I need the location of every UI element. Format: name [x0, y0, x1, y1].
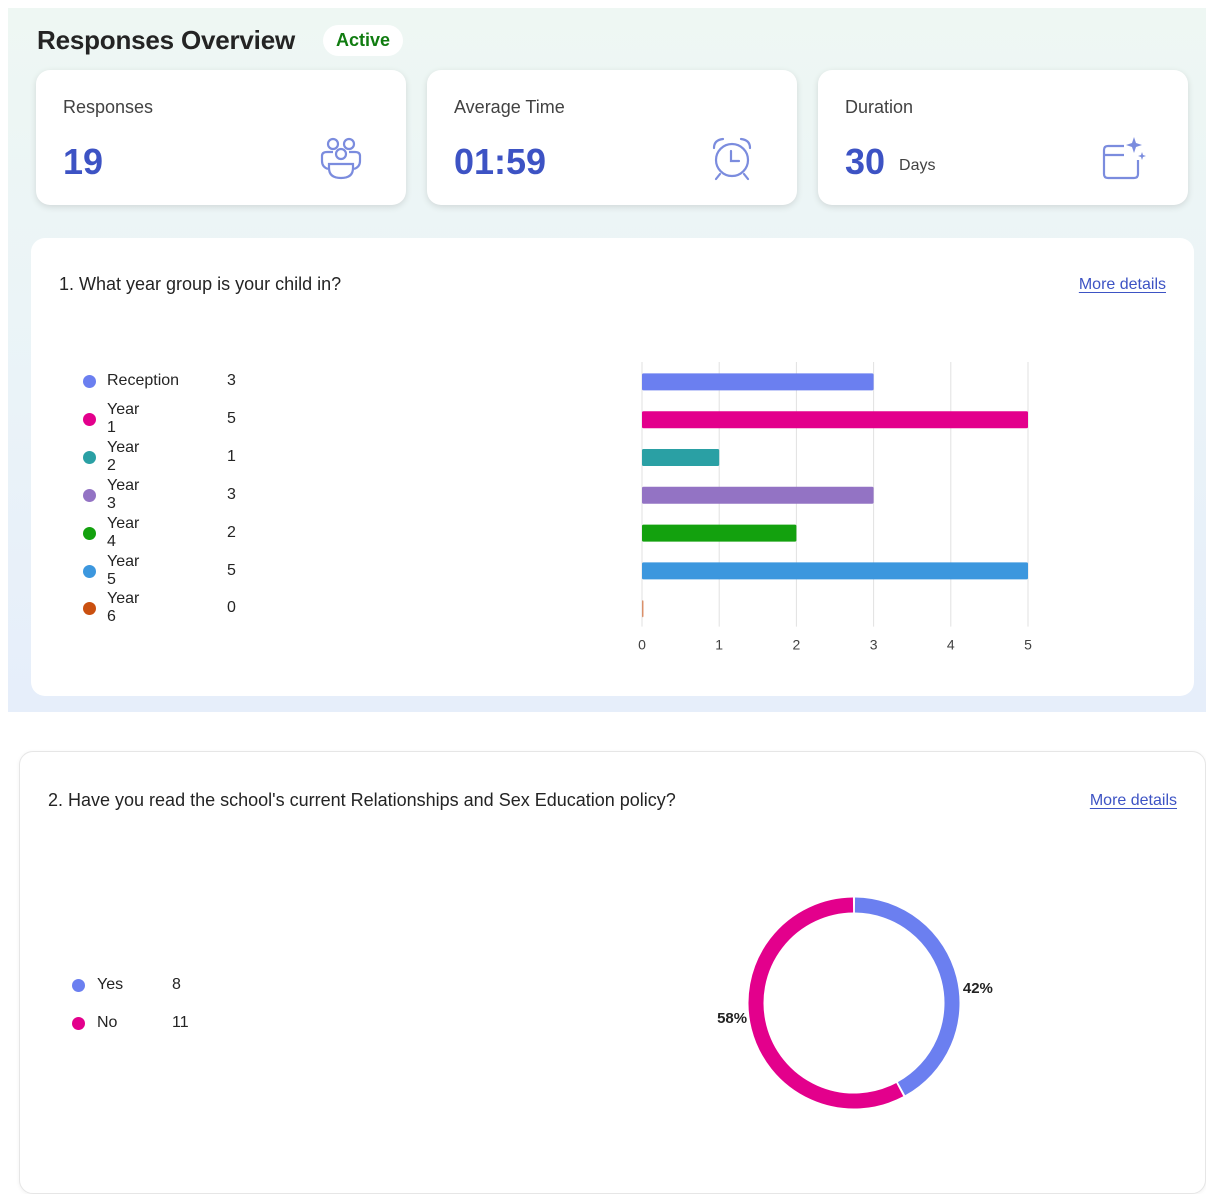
legend-label: Year 2: [107, 439, 140, 474]
x-tick-label: 5: [1024, 637, 1032, 653]
legend-item: Year 5 5: [83, 553, 236, 588]
stat-unit: Days: [899, 157, 936, 174]
stat-value: 19: [63, 142, 103, 182]
legend-label: Yes: [97, 976, 124, 993]
responses-card: Responses 19: [36, 70, 406, 205]
stat-number: 19: [63, 141, 104, 182]
x-tick-label: 0: [638, 637, 646, 653]
bar[interactable]: [642, 524, 797, 542]
legend-dot: [72, 978, 85, 992]
status-badge: Active: [322, 24, 404, 56]
legend-count: 0: [227, 599, 236, 616]
x-tick-label: 4: [947, 637, 955, 653]
calendar-sparkle-icon: [1102, 137, 1146, 180]
legend-count: 5: [227, 410, 236, 427]
legend-count: 11: [172, 1014, 189, 1031]
bar[interactable]: [642, 449, 720, 466]
legend-label: No: [97, 1014, 118, 1031]
donut-chart: 42% 58%: [717, 897, 993, 1109]
legend-dot: [72, 1016, 85, 1030]
more-details-link[interactable]: More details: [1090, 792, 1177, 810]
legend-dot: [83, 526, 96, 540]
legend-label: Year 4: [107, 515, 140, 550]
average-time-card: Average Time 01:59: [427, 70, 797, 205]
legend-count: 5: [227, 562, 236, 579]
legend-count: 8: [172, 976, 181, 993]
x-tick-label: 2: [793, 637, 801, 653]
stat-value: 01:59: [454, 142, 546, 182]
legend-dot: [83, 374, 96, 388]
slice-label: 42%: [963, 980, 993, 997]
legend-item: Year 2 1: [83, 439, 236, 474]
legend-count: 2: [227, 524, 236, 541]
bar-chart: 0 1 2 3 4 5: [638, 362, 1032, 653]
stat-label: Responses: [63, 97, 154, 117]
legend-dot: [83, 488, 96, 502]
bar[interactable]: [642, 486, 874, 504]
legend-label: Year 6: [107, 590, 140, 625]
legend-item: Year 3 3: [83, 477, 236, 512]
stat-value: 30 Days: [845, 142, 936, 186]
bar[interactable]: [642, 562, 1028, 580]
legend-item: Year 6 0: [83, 590, 236, 625]
question-card-1: 1. What year group is your child in? Mor…: [31, 238, 1194, 696]
stat-label: Duration: [845, 97, 914, 117]
stat-number: 30: [845, 141, 886, 182]
legend-item: Year 1 5: [83, 401, 236, 436]
legend-item: Year 4 2: [83, 515, 236, 550]
legend-label: Year 5: [107, 553, 140, 588]
legend-dot: [83, 412, 96, 426]
legend-count: 3: [227, 372, 236, 389]
duration-card: Duration 30 Days: [818, 70, 1188, 205]
legend-dot: [83, 601, 96, 615]
stat-label: Average Time: [454, 97, 565, 117]
bar[interactable]: [642, 600, 644, 618]
more-details-link[interactable]: More details: [1079, 276, 1166, 294]
stat-number: 01:59: [454, 141, 547, 182]
slice-label: 58%: [717, 1010, 747, 1027]
legend-item: Reception 3: [83, 370, 236, 392]
group-icon: [320, 137, 362, 180]
overview-header: Responses Overview Active: [37, 18, 404, 62]
legend-count: 1: [227, 448, 236, 465]
x-tick-label: 3: [870, 637, 878, 653]
donut-slice[interactable]: [748, 897, 904, 1109]
page-title: Responses Overview: [37, 24, 295, 55]
legend-label: Year 1: [107, 401, 140, 436]
legend-item: No 11: [72, 1012, 189, 1034]
legend-label: Year 3: [107, 477, 140, 512]
legend-count: 3: [227, 486, 236, 503]
question-title: 1. What year group is your child in?: [59, 274, 342, 294]
x-tick-label: 1: [715, 637, 723, 653]
question-title: 2. Have you read the school's current Re…: [48, 790, 676, 810]
legend-item: Yes 8: [72, 974, 181, 996]
alarm-clock-icon: [712, 137, 752, 181]
question-card-2: 2. Have you read the school's current Re…: [19, 751, 1206, 1194]
bar[interactable]: [642, 373, 874, 391]
bar[interactable]: [642, 411, 1028, 429]
legend-dot: [83, 564, 96, 578]
legend-label: Reception: [107, 372, 180, 389]
donut-slice[interactable]: [854, 897, 960, 1096]
legend-dot: [83, 450, 96, 464]
